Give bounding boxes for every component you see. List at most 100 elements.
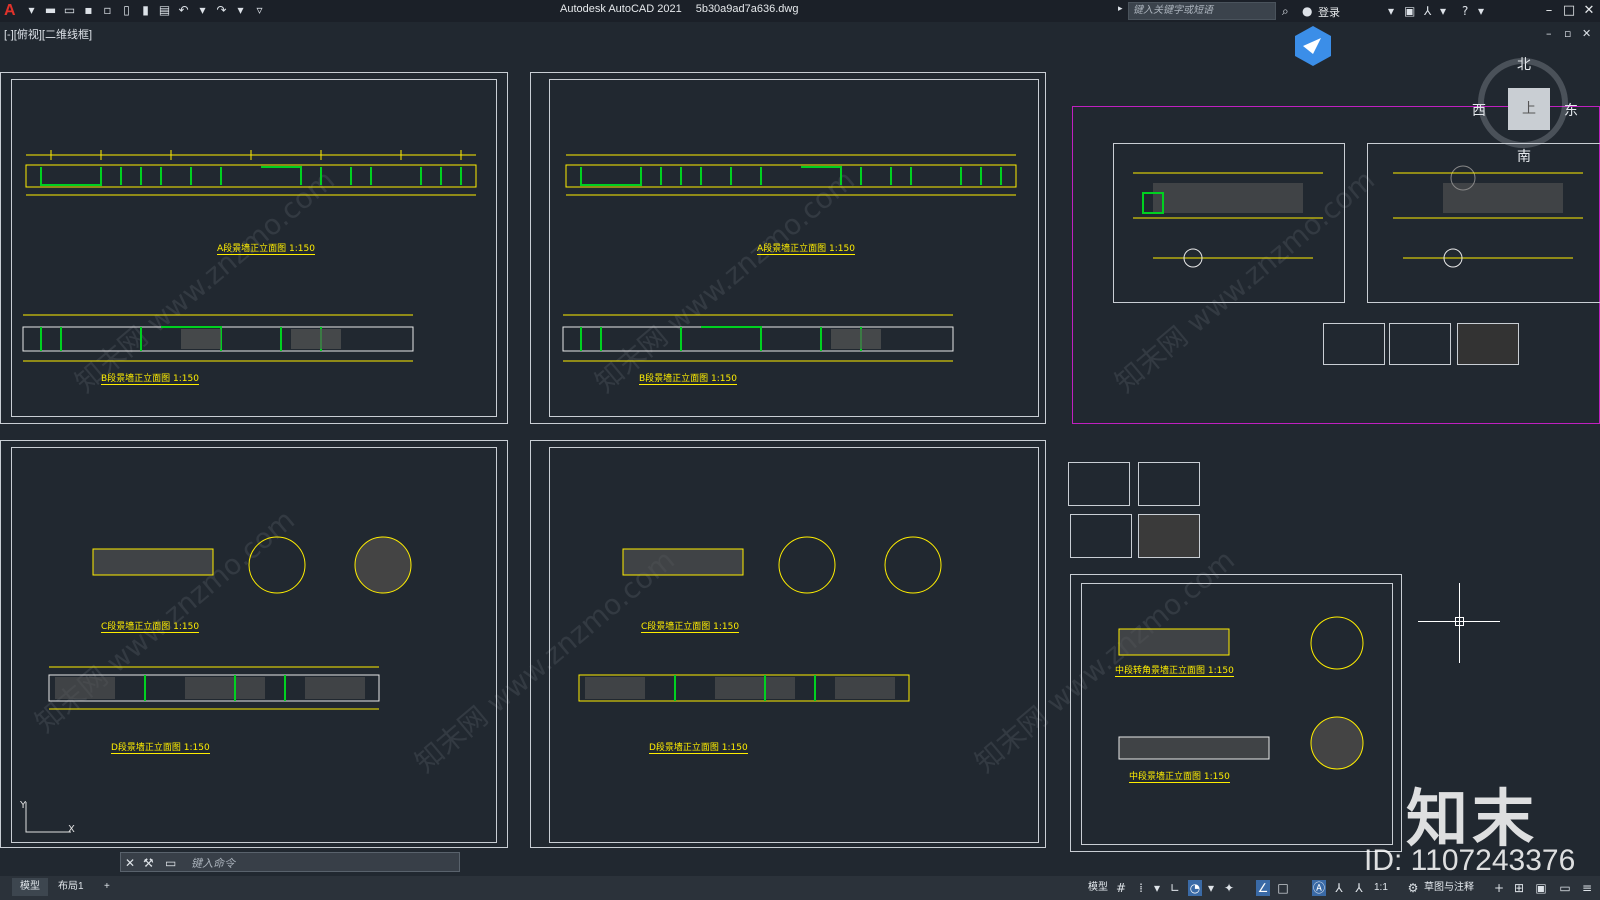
elevation-drawing [578, 674, 910, 702]
annotation-scale[interactable]: 1:1 [1374, 880, 1388, 896]
units-icon[interactable]: ⊞ [1512, 880, 1526, 896]
search-icon[interactable]: ⌕ [1282, 3, 1289, 19]
undo-icon[interactable]: ↶ [176, 3, 191, 18]
cart-icon[interactable]: ▣ [1404, 3, 1415, 19]
login-dropdown-icon[interactable]: ▾ [1388, 3, 1394, 19]
tab-layout1[interactable]: 布局1 [50, 878, 92, 896]
search-input[interactable]: 键入关键字或短语 [1128, 2, 1276, 20]
workspace-gear-icon[interactable]: ⚙ [1406, 880, 1420, 896]
help-icon[interactable]: ? [1462, 3, 1468, 19]
customize-qat-icon[interactable]: ▿ [252, 3, 267, 18]
close-button[interactable]: ✕ [1580, 2, 1598, 20]
drawing-caption: 中段景墙正立面图 1:150 [1129, 769, 1230, 783]
auto-scale-icon[interactable]: ⅄ [1332, 880, 1346, 896]
thumbnail-sheet [1068, 462, 1130, 506]
drawing-caption: B段景墙正立面图 1:150 [101, 371, 199, 385]
command-input[interactable]: 键入命令 [191, 855, 235, 871]
command-close-icon[interactable]: ✕ [125, 855, 135, 871]
model-space-toggle[interactable]: 模型 [1088, 880, 1108, 896]
save-icon[interactable]: ▪ [81, 3, 96, 18]
viewport-minimize-icon[interactable]: – [1546, 27, 1552, 40]
viewport-restore-icon[interactable]: ▫ [1564, 27, 1571, 40]
command-recent-icon[interactable]: ▭ [165, 855, 176, 871]
open-web-icon[interactable]: ▯ [119, 3, 134, 18]
viewcube[interactable]: 上 [1478, 58, 1568, 148]
tab-add[interactable]: + [96, 878, 118, 896]
polar-icon[interactable]: ◔ [1188, 880, 1202, 896]
thumbnail-sheet [1138, 462, 1200, 506]
drawing-caption: A段景墙正立面图 1:150 [217, 241, 315, 255]
viewport-close-icon[interactable]: ✕ [1582, 27, 1591, 40]
drawing-caption: B段景墙正立面图 1:150 [639, 371, 737, 385]
user-icon[interactable]: ● [1302, 3, 1312, 19]
quick-properties-icon[interactable]: ▣ [1534, 880, 1548, 896]
annotation-visibility-icon[interactable]: Ⓐ [1312, 880, 1326, 896]
window-title: Autodesk AutoCAD 2021 5b30a9ad7a636.dwg [560, 3, 798, 15]
navigation-bar-icon[interactable] [1291, 24, 1335, 68]
drawing-sheet: C段景墙正立面图 1:150 D段景墙正立面图 1:150 [530, 440, 1046, 848]
osnap-icon[interactable]: □ [1276, 880, 1290, 896]
title-bar: A ▾ ▬ ▭ ▪ ▫ ▯ ▮ ▤ ↶ ▾ ↷ ▾ ▿ Autodesk Aut… [0, 0, 1600, 22]
tab-model[interactable]: 模型 [12, 878, 48, 896]
elevation-drawing [48, 666, 380, 710]
drawing-caption: C段景墙正立面图 1:150 [101, 619, 200, 633]
elevation-drawing [622, 536, 942, 594]
detail-drawing [1133, 172, 1323, 268]
redo-dropdown-icon[interactable]: ▾ [233, 3, 248, 18]
svg-text:Y: Y [19, 800, 27, 811]
elevation-drawing [92, 536, 412, 594]
save-web-icon[interactable]: ▮ [138, 3, 153, 18]
customization-icon[interactable]: ≡ [1580, 880, 1594, 896]
detail-drawing [1393, 165, 1583, 268]
elevation-drawing [562, 314, 954, 362]
a360-icon[interactable]: ⅄ [1424, 3, 1431, 19]
drawing-caption: D段景墙正立面图 1:150 [649, 740, 748, 754]
minimize-button[interactable]: – [1540, 2, 1558, 20]
open-file-icon[interactable]: ▭ [62, 3, 77, 18]
image-id-watermark: ID: 1107243376 [1364, 844, 1576, 877]
command-customize-icon[interactable]: ⚒ [143, 855, 154, 871]
new-file-icon[interactable]: ▬ [43, 3, 58, 18]
save-as-icon[interactable]: ▫ [100, 3, 115, 18]
redo-icon[interactable]: ↷ [214, 3, 229, 18]
viewcube-top-face[interactable]: 上 [1508, 88, 1550, 130]
undo-dropdown-icon[interactable]: ▾ [195, 3, 210, 18]
drawing-sheet: C段景墙正立面图 1:150 D段景墙正立面图 1:150 [0, 440, 508, 848]
drawing-canvas[interactable]: 知末网 www.znzmo.com 知末网 www.znzmo.com 知末网 … [0, 26, 1600, 878]
search-expand-icon[interactable]: ▸ [1118, 4, 1123, 14]
isodraft-icon[interactable]: ✦ [1222, 880, 1236, 896]
drawing-sheet: 中段转角景墙正立面图 1:150 中段景墙正立面图 1:150 [1070, 574, 1402, 852]
app-menu-arrow-icon[interactable]: ▾ [24, 3, 39, 18]
workspace-switch[interactable]: 草图与注释 [1424, 880, 1474, 896]
polar-dropdown-icon[interactable]: ▾ [1204, 880, 1218, 896]
thumbnail-sheet [1070, 514, 1132, 558]
annotation-monitor-icon[interactable]: + [1492, 880, 1506, 896]
autocad-logo[interactable]: A [4, 2, 20, 20]
maximize-button[interactable]: □ [1560, 2, 1578, 20]
annotation-scale-icon[interactable]: ⅄ [1352, 880, 1366, 896]
snap-icon[interactable]: ⁞ [1134, 880, 1148, 896]
drawing-caption: A段景墙正立面图 1:150 [757, 241, 855, 255]
drawing-caption: 中段转角景墙正立面图 1:150 [1115, 663, 1234, 677]
plot-icon[interactable]: ▤ [157, 3, 172, 18]
ortho-icon[interactable]: ∟ [1168, 880, 1182, 896]
cursor-pickbox [1455, 617, 1464, 626]
a360-dropdown-icon[interactable]: ▾ [1440, 3, 1446, 19]
app-title: Autodesk AutoCAD 2021 [560, 3, 682, 15]
elevation-drawing [565, 154, 1017, 196]
viewcube-south[interactable]: 南 [1517, 146, 1531, 166]
clean-screen-icon[interactable]: ▭ [1558, 880, 1572, 896]
drawing-sheet: A段景墙正立面图 1:150 B段景墙正立面图 1:150 [0, 72, 508, 424]
grid-icon[interactable]: # [1114, 880, 1128, 896]
command-line[interactable]: ✕ ⚒ ▭ 键入命令 [120, 852, 460, 872]
help-dropdown-icon[interactable]: ▾ [1478, 3, 1484, 19]
osnap-tracking-icon[interactable]: ∠ [1256, 880, 1270, 896]
elevation-drawing [1118, 616, 1364, 770]
drawing-caption: D段景墙正立面图 1:150 [111, 740, 210, 754]
drawing-sheet: A段景墙正立面图 1:150 B段景墙正立面图 1:150 [530, 72, 1046, 424]
quick-access-toolbar: ▾ ▬ ▭ ▪ ▫ ▯ ▮ ▤ ↶ ▾ ↷ ▾ ▿ [24, 3, 267, 18]
snap-dropdown-icon[interactable]: ▾ [1150, 880, 1164, 896]
login-button[interactable]: 登录 [1318, 4, 1340, 20]
drawing-caption: C段景墙正立面图 1:150 [641, 619, 740, 633]
svg-text:X: X [68, 824, 75, 835]
